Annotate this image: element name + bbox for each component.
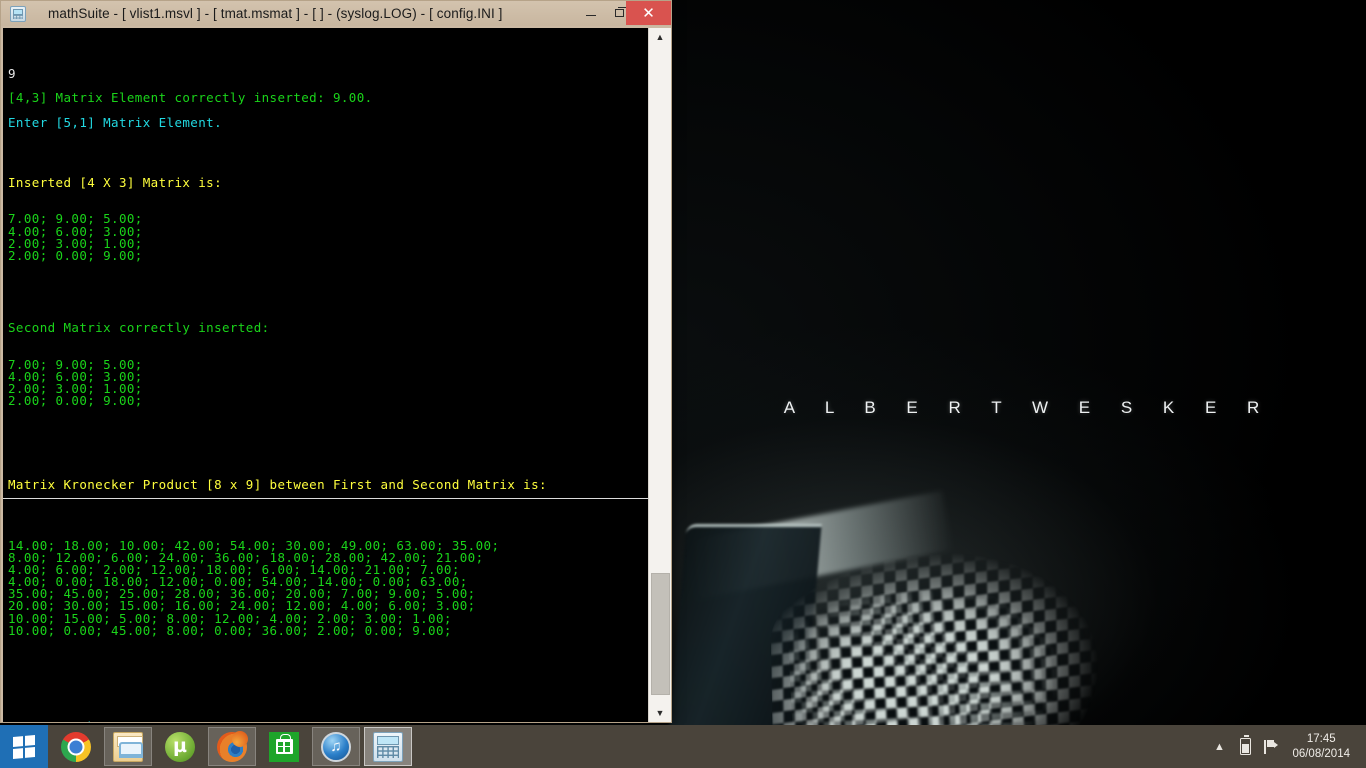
scrollbar-thumb[interactable] — [651, 573, 670, 695]
calculator-icon — [373, 731, 403, 762]
minimize-button[interactable] — [576, 1, 605, 25]
close-icon: ✕ — [642, 5, 655, 22]
console-output[interactable]: 9 [4,3] Matrix Element correctly inserte… — [3, 28, 648, 722]
show-hidden-icons-button[interactable]: ▲ — [1206, 741, 1232, 753]
console-line: 2.00; 0.00; 9.00; — [8, 247, 143, 263]
network-icon — [1263, 739, 1279, 754]
folder-icon — [113, 731, 143, 762]
clock-time: 17:45 — [1306, 732, 1336, 745]
taskbar[interactable]: µ ♫ ▲ 17:45 06/08/2014 — [0, 725, 1366, 768]
taskbar-item-utorrent[interactable]: µ — [156, 727, 204, 766]
taskbar-item-itunes[interactable]: ♫ — [312, 727, 360, 766]
scroll-down-arrow-icon[interactable]: ▼ — [649, 704, 671, 722]
window-titlebar[interactable]: mathSuite - [ vlist1.msvl ] - [ tmat.msm… — [1, 1, 671, 26]
battery-icon-wrap[interactable] — [1232, 735, 1258, 755]
clock[interactable]: 17:45 06/08/2014 — [1284, 732, 1360, 762]
scroll-up-arrow-icon[interactable]: ▲ — [649, 28, 671, 46]
network-icon-wrap[interactable] — [1258, 739, 1284, 754]
console-scrollbar[interactable]: ▲ ▼ — [648, 28, 671, 722]
store-icon — [269, 731, 299, 762]
console-area[interactable]: 9 [4,3] Matrix Element correctly inserte… — [3, 28, 671, 722]
console-line: 10.00; 0.00; 45.00; 8.00; 0.00; 36.00; 2… — [8, 622, 452, 638]
start-button[interactable] — [0, 725, 48, 768]
console-line: 9 — [8, 66, 16, 82]
calculator-icon — [10, 5, 26, 22]
utorrent-icon: µ — [165, 731, 195, 762]
mathsuite-window[interactable]: mathSuite - [ vlist1.msvl ] - [ tmat.msm… — [0, 0, 672, 723]
battery-icon — [1239, 735, 1251, 755]
console-line: [4,3] Matrix Element correctly inserted:… — [8, 90, 373, 106]
taskbar-item-mathsuite[interactable] — [364, 727, 412, 766]
taskbar-item-store[interactable] — [260, 727, 308, 766]
console-line: 2.00; 0.00; 9.00; — [8, 392, 143, 408]
wallpaper-title-text: A L B E R T W E S K E R — [783, 398, 1273, 417]
console-line: Matrix Kronecker Product [8 x 9] between… — [8, 477, 547, 493]
taskbar-item-file-explorer[interactable] — [104, 727, 152, 766]
taskbar-item-chrome[interactable] — [52, 727, 100, 766]
taskbar-item-firefox[interactable] — [208, 727, 256, 766]
windows-logo-icon — [13, 734, 35, 759]
console-line: Second Matrix correctly inserted: — [8, 320, 270, 336]
maximize-icon — [615, 7, 628, 17]
system-tray[interactable]: ▲ 17:45 06/08/2014 — [1206, 725, 1366, 768]
console-line: Press any key to repeat — [8, 721, 648, 722]
close-button[interactable]: ✕ — [626, 1, 671, 25]
console-line: Enter [5,1] Matrix Element. — [8, 114, 222, 130]
firefox-icon — [217, 730, 248, 762]
console-line: Inserted [4 X 3] Matrix is: — [8, 175, 222, 191]
window-title: mathSuite - [ vlist1.msvl ] - [ tmat.msm… — [48, 6, 503, 21]
chrome-icon — [61, 731, 91, 762]
clock-date: 06/08/2014 — [1292, 747, 1350, 760]
minimize-icon — [585, 15, 596, 16]
console-separator — [3, 498, 648, 499]
itunes-icon: ♫ — [321, 731, 351, 762]
